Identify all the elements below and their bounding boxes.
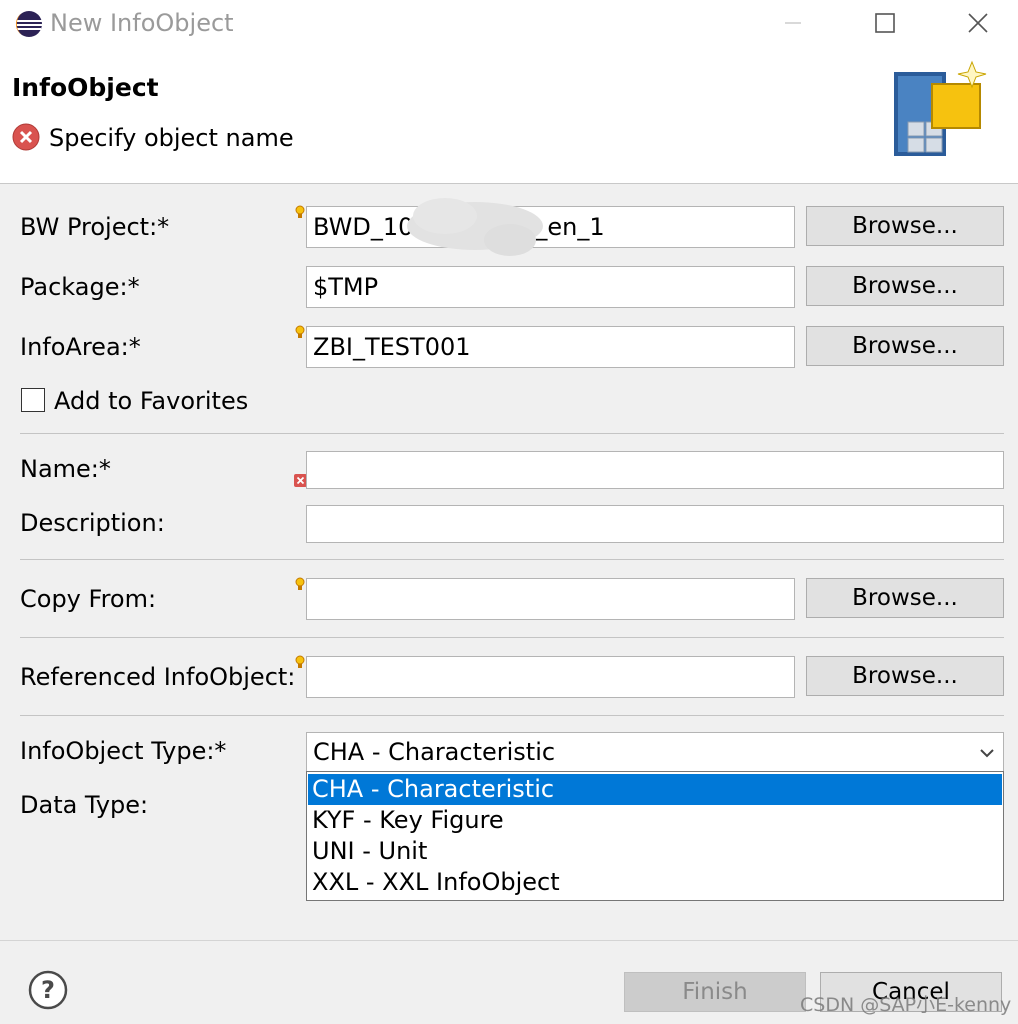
redaction-blur bbox=[407, 198, 543, 256]
name-label: Name:* bbox=[20, 455, 111, 483]
content-assist-icon bbox=[295, 325, 305, 338]
bw-project-value: BWD_10 bbox=[313, 213, 414, 241]
finish-button[interactable]: Finish bbox=[624, 972, 806, 1012]
description-field[interactable] bbox=[306, 505, 1004, 543]
watermark: CSDN @SAP小E-kenny bbox=[800, 994, 1012, 1016]
dropdown-option-kyf[interactable]: KYF - Key Figure bbox=[308, 805, 1002, 836]
name-field[interactable] bbox=[306, 451, 1004, 489]
infoobject-wizard-icon bbox=[894, 60, 987, 156]
wizard-header bbox=[0, 48, 1018, 184]
window-title: New InfoObject bbox=[50, 9, 234, 37]
copy-from-browse-button[interactable]: Browse... bbox=[806, 578, 1004, 618]
minimize-icon[interactable] bbox=[770, 0, 816, 46]
package-field[interactable]: $TMP bbox=[306, 266, 795, 308]
infoarea-browse-button[interactable]: Browse... bbox=[806, 326, 1004, 366]
close-icon[interactable] bbox=[955, 0, 1001, 46]
dropdown-option-uni[interactable]: UNI - Unit bbox=[308, 836, 1002, 867]
separator bbox=[20, 559, 1004, 560]
error-icon bbox=[12, 123, 40, 151]
package-browse-button[interactable]: Browse... bbox=[806, 266, 1004, 306]
referenced-infoobject-browse-button[interactable]: Browse... bbox=[806, 656, 1004, 696]
add-to-favorites-checkbox[interactable] bbox=[21, 388, 45, 412]
copy-from-field[interactable] bbox=[306, 578, 795, 620]
separator bbox=[20, 637, 1004, 638]
dropdown-option-xxl[interactable]: XXL - XXL InfoObject bbox=[308, 867, 1002, 898]
eclipse-icon bbox=[15, 11, 42, 37]
infoobject-type-selected: CHA - Characteristic bbox=[313, 738, 556, 766]
footer-separator bbox=[0, 940, 1018, 941]
wizard-title: InfoObject bbox=[12, 73, 159, 102]
infoobject-type-dropdown: CHA - Characteristic KYF - Key Figure UN… bbox=[306, 771, 1004, 901]
copy-from-label: Copy From: bbox=[20, 585, 157, 613]
content-assist-icon bbox=[295, 655, 305, 668]
infoobject-type-combo[interactable]: CHA - Characteristic bbox=[306, 732, 1004, 772]
chevron-down-icon[interactable] bbox=[975, 741, 999, 765]
bw-project-value-suffix: _en_1 bbox=[535, 213, 605, 241]
description-label: Description: bbox=[20, 509, 165, 537]
infoobject-type-label: InfoObject Type:* bbox=[20, 737, 227, 765]
svg-text:?: ? bbox=[41, 976, 55, 1004]
data-type-label: Data Type: bbox=[20, 791, 149, 819]
content-assist-icon bbox=[295, 205, 305, 218]
separator bbox=[20, 715, 1004, 716]
package-label: Package:* bbox=[20, 273, 140, 301]
bw-project-browse-button[interactable]: Browse... bbox=[806, 206, 1004, 246]
bw-project-field[interactable]: BWD_10 _en_1 bbox=[306, 206, 795, 248]
maximize-icon[interactable] bbox=[862, 0, 908, 46]
help-icon[interactable]: ? bbox=[28, 970, 68, 1010]
dropdown-option-cha[interactable]: CHA - Characteristic bbox=[308, 774, 1002, 805]
content-assist-icon bbox=[295, 577, 305, 590]
wizard-message: Specify object name bbox=[49, 124, 294, 152]
add-to-favorites-label[interactable]: Add to Favorites bbox=[54, 386, 248, 416]
infoarea-field[interactable]: ZBI_TEST001 bbox=[306, 326, 795, 368]
separator bbox=[20, 433, 1004, 434]
referenced-infoobject-field[interactable] bbox=[306, 656, 795, 698]
bw-project-label: BW Project:* bbox=[20, 213, 170, 241]
referenced-infoobject-label: Referenced InfoObject: bbox=[20, 663, 296, 691]
infoarea-label: InfoArea:* bbox=[20, 333, 141, 361]
